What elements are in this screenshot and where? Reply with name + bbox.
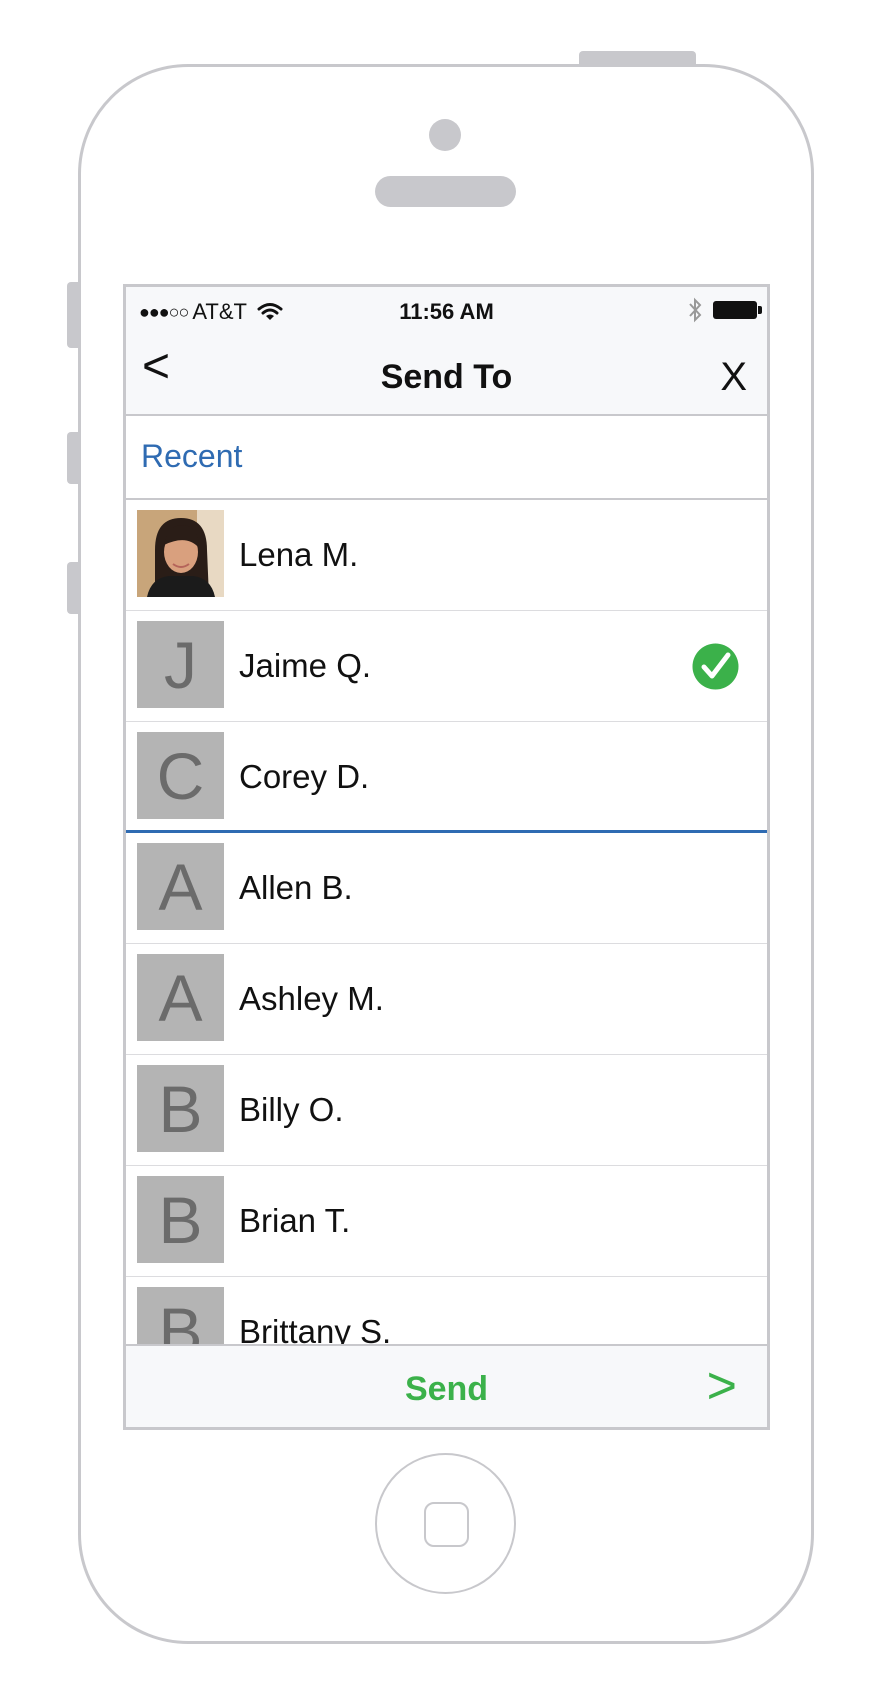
contact-row[interactable]: B Brian T. [126, 1166, 767, 1277]
contact-row[interactable]: J Jaime Q. [126, 611, 767, 722]
contact-row[interactable]: A Ashley M. [126, 944, 767, 1055]
avatar-initial: A [137, 843, 224, 930]
close-button[interactable]: X [720, 355, 747, 400]
status-bar: ●●●○○ AT&T 11:56 AM [126, 287, 767, 333]
contact-name: Corey D. [239, 758, 370, 795]
bottom-toolbar: Send > [126, 1344, 767, 1427]
contact-row[interactable]: B Billy O. [126, 1055, 767, 1166]
phone-screen: ●●●○○ AT&T 11:56 AM < Send To X Recent L… [123, 284, 770, 1430]
contact-name: Brian T. [239, 1202, 351, 1239]
front-camera [429, 119, 461, 151]
page-title: Send To [380, 358, 513, 396]
earpiece-speaker [375, 176, 516, 207]
contact-name: Ashley M. [239, 980, 384, 1017]
home-button[interactable] [375, 1453, 516, 1594]
battery-icon [713, 301, 762, 319]
navigation-bar: < Send To X [126, 333, 767, 416]
contact-name: Jaime Q. [239, 647, 372, 684]
selected-check-icon[interactable] [692, 643, 739, 690]
avatar-initial: A [137, 954, 224, 1041]
avatar-initial: C [137, 732, 224, 819]
mute-switch [67, 282, 79, 348]
contact-name: Billy O. [239, 1091, 344, 1128]
contact-name: Lena M. [239, 536, 359, 573]
contact-list: Lena M. J Jaime Q. C Corey D. A Allen B.… [126, 500, 767, 1388]
volume-up-button [67, 432, 79, 484]
status-right [687, 297, 762, 323]
volume-down-button [67, 562, 79, 614]
person-photo-icon [137, 510, 224, 597]
send-arrow-icon[interactable]: > [707, 1356, 737, 1416]
avatar-initial: J [137, 621, 224, 708]
contact-name: Allen B. [239, 869, 353, 906]
bluetooth-icon [689, 297, 702, 323]
contact-row[interactable]: Lena M. [126, 500, 767, 611]
power-button [579, 51, 696, 64]
avatar-initial: B [137, 1065, 224, 1152]
avatar-photo [137, 510, 224, 597]
section-header-recent: Recent [126, 416, 767, 500]
home-button-square-icon [424, 1502, 469, 1547]
avatar-initial: B [137, 1176, 224, 1263]
contact-row[interactable]: C Corey D. [126, 722, 767, 833]
contact-row[interactable]: A Allen B. [126, 833, 767, 944]
send-button[interactable]: Send [126, 1370, 767, 1409]
status-time: 11:56 AM [399, 299, 494, 324]
section-label: Recent [141, 438, 243, 474]
